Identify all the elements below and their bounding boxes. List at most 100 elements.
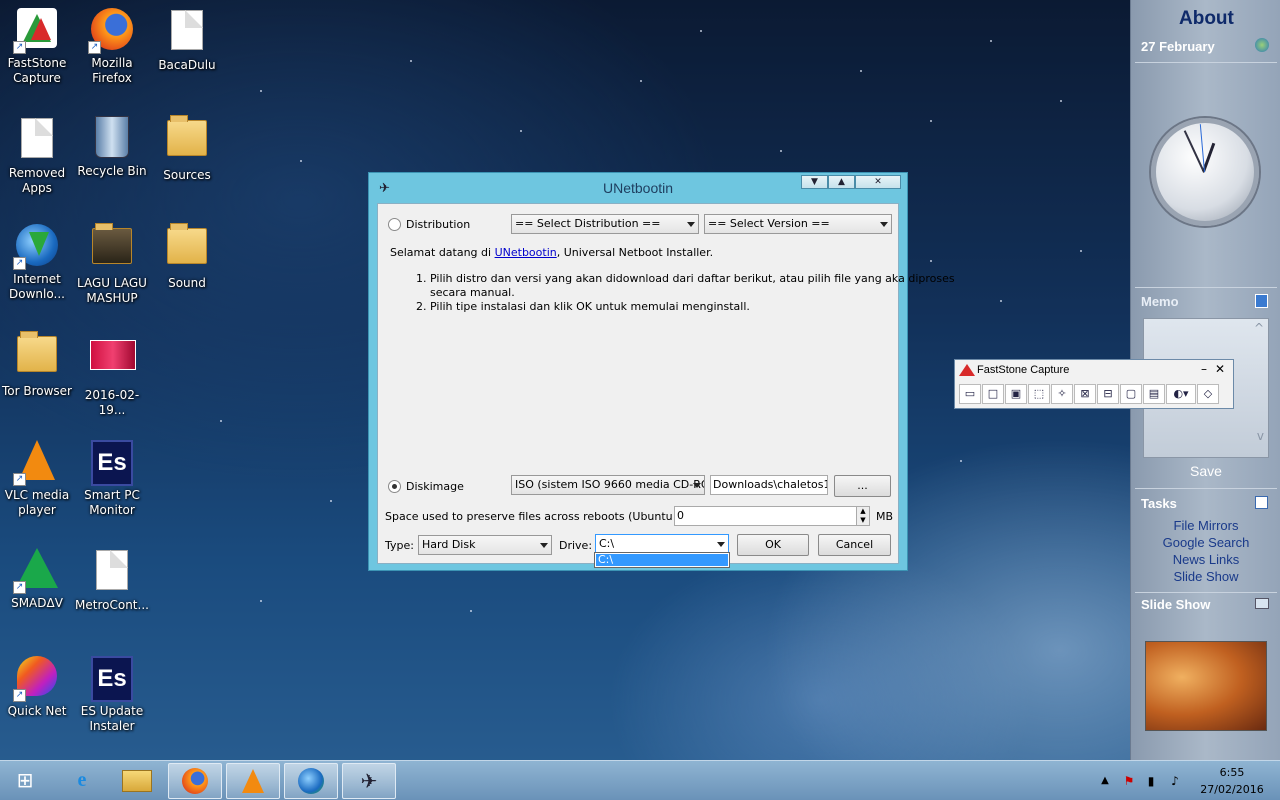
desktop-icon-label: Quick Net — [7, 704, 67, 718]
faststone-logo-icon — [959, 364, 975, 376]
faststone-title[interactable]: FastStone Capture — [977, 364, 1069, 376]
folder-icon — [165, 115, 209, 164]
desktop-icon-label: Internet Downlo... — [9, 272, 65, 301]
unetbootin-taskbar-button[interactable]: ✈ — [342, 763, 396, 799]
desktop-icon-sources[interactable]: Sources — [150, 115, 224, 183]
tasks-icon[interactable] — [1255, 496, 1268, 509]
network-icon[interactable]: ▮ — [1142, 761, 1160, 800]
desktop-icon-bacadulu[interactable]: BacaDulu — [150, 8, 224, 73]
drive-value: C:\ — [599, 537, 615, 550]
ok-button[interactable]: OK — [737, 534, 809, 556]
chevron-down-icon — [693, 483, 701, 488]
desktop-icon-smadav[interactable]: ↗ SMADΔV — [0, 548, 74, 611]
show-hidden-icons-icon[interactable]: ▲ — [1098, 761, 1112, 800]
desktop-icon-lagu-lagu-mashup[interactable]: LAGU LAGU MASHUP — [75, 223, 149, 306]
settings-icon[interactable]: ◇ — [1197, 384, 1219, 404]
image-file-icon — [90, 340, 136, 384]
clock-time[interactable]: 6:55 — [1200, 766, 1264, 779]
chevron-up-icon[interactable]: ^ — [1254, 321, 1264, 335]
desktop-icon-image-2016-02-19[interactable]: 2016-02-19... — [75, 332, 149, 418]
capture-scrolling-icon[interactable]: ⊟ — [1097, 384, 1119, 404]
vlc-taskbar-button[interactable] — [226, 763, 280, 799]
clock-date[interactable]: 27/02/2016 — [1196, 783, 1268, 796]
desktop-icon-recycle-bin[interactable]: Recycle Bin — [75, 116, 149, 179]
date-label: 27 February — [1141, 39, 1215, 54]
cancel-button[interactable]: Cancel — [818, 534, 891, 556]
space-unit: MB — [876, 510, 894, 523]
memo-save-button[interactable]: Save — [1131, 463, 1280, 479]
close-button[interactable]: ✕ — [855, 175, 901, 189]
capture-fixed-region-icon[interactable]: ▢ — [1120, 384, 1142, 404]
desktop-icon-es-update-instaler[interactable]: Es ES Update Instaler — [75, 656, 149, 734]
desktop-icon-quick-net[interactable]: ↗ Quick Net — [0, 656, 74, 719]
desktop-icon-label: ES Update Instaler — [80, 704, 144, 733]
memo-icon[interactable] — [1255, 294, 1268, 308]
maximize-button[interactable]: ▲ — [828, 175, 855, 189]
desktop-icon-label: Sound — [168, 276, 206, 290]
globe-icon[interactable] — [1255, 38, 1269, 52]
browse-button[interactable]: ... — [834, 475, 891, 497]
window-client-area: Distribution == Select Distribution == =… — [377, 203, 955, 564]
drive-option-c[interactable]: C:\ — [596, 554, 728, 566]
volume-icon[interactable]: ♪ — [1166, 761, 1184, 800]
monitor-icon[interactable] — [1255, 598, 1269, 609]
chevron-down-icon[interactable]: v — [1257, 429, 1264, 443]
about-heading[interactable]: About — [1179, 8, 1234, 30]
desktop-icon-firefox[interactable]: ↗ Mozilla Firefox — [75, 8, 149, 86]
task-link-file-mirrors[interactable]: File Mirrors — [1131, 518, 1280, 533]
desktop-icon-label: FastStone Capture — [7, 56, 67, 85]
chevron-down-icon — [717, 542, 725, 547]
desktop-icon-idm[interactable]: ↗ Internet Downlo... — [0, 224, 74, 302]
idm-taskbar-button[interactable] — [284, 763, 338, 799]
idm-icon: ↗ — [13, 224, 59, 270]
select-version-dropdown[interactable]: == Select Version == — [704, 214, 892, 234]
drive-dropdown[interactable]: C:\ — [595, 534, 729, 554]
drive-dropdown-list[interactable]: C:\ — [594, 552, 730, 568]
capture-fullscreen-icon[interactable]: ⊠ — [1074, 384, 1096, 404]
desktop-icon-removed-apps[interactable]: Removed Apps — [0, 116, 74, 196]
color-palette-icon[interactable]: ◐▾ — [1166, 384, 1196, 404]
unetbootin-link[interactable]: UNetbootin — [495, 246, 557, 259]
task-link-google-search[interactable]: Google Search — [1131, 535, 1280, 550]
capture-freehand-icon[interactable]: ✧ — [1051, 384, 1073, 404]
close-icon[interactable]: ✕ — [1215, 362, 1225, 376]
action-center-icon[interactable]: ⚑ — [1120, 761, 1138, 800]
desktop-icon-tor-browser[interactable]: Tor Browser — [0, 331, 74, 399]
type-dropdown[interactable]: Hard Disk — [418, 535, 552, 555]
firefox-icon: ↗ — [88, 8, 134, 54]
task-link-news-links[interactable]: News Links — [1131, 552, 1280, 567]
capture-object-icon[interactable]: ▣ — [1005, 384, 1027, 404]
capture-window-icon[interactable]: □ — [982, 384, 1004, 404]
file-explorer-icon[interactable] — [112, 763, 162, 799]
chevron-down-icon — [540, 543, 548, 548]
start-button[interactable]: ⊞ — [8, 763, 42, 799]
html-file-icon — [15, 118, 59, 162]
screen-recorder-icon[interactable]: ▤ — [1143, 384, 1165, 404]
space-spinner[interactable]: ▲ ▼ — [856, 506, 870, 526]
task-link-slide-show[interactable]: Slide Show — [1131, 569, 1280, 584]
desktop-icon-vlc[interactable]: ↗ VLC media player — [0, 440, 74, 518]
desktop-icon-faststone[interactable]: ↗ FastStone Capture — [0, 8, 74, 86]
space-input[interactable]: 0 — [674, 506, 870, 526]
diskimage-radio[interactable] — [388, 480, 401, 493]
iso-path-input[interactable]: Downloads\chaletos14.0 — [710, 475, 828, 495]
desktop-icon-sound[interactable]: Sound — [150, 223, 224, 291]
select-distribution-dropdown[interactable]: == Select Distribution == — [511, 214, 699, 234]
welcome-text: Selamat datang di UNetbootin, Universal … — [390, 246, 713, 259]
memo-heading: Memo — [1141, 294, 1179, 309]
iso-type-dropdown[interactable]: ISO (sistem ISO 9660 media CD-RO — [511, 475, 705, 495]
minimize-button[interactable]: ▼ — [801, 175, 828, 189]
internet-explorer-icon[interactable]: e — [58, 763, 106, 799]
minimize-icon[interactable]: – — [1201, 362, 1207, 376]
capture-rectangle-icon[interactable]: ⬚ — [1028, 384, 1050, 404]
desktop-icon-metrocontrol[interactable]: MetroCont... — [75, 548, 149, 613]
distribution-radio[interactable] — [388, 218, 401, 231]
firefox-taskbar-button[interactable] — [168, 763, 222, 799]
analog-clock — [1151, 118, 1259, 226]
desktop-icon-smart-pc-monitor[interactable]: Es Smart PC Monitor — [75, 440, 149, 518]
window-titlebar[interactable]: ✈ UNetbootin ▼ ▲ ✕ — [369, 173, 907, 203]
faststone-icon: ↗ — [13, 8, 59, 54]
slideshow-image[interactable] — [1145, 641, 1267, 731]
open-folder-icon[interactable]: ▭ — [959, 384, 981, 404]
folder-icon — [90, 223, 134, 272]
